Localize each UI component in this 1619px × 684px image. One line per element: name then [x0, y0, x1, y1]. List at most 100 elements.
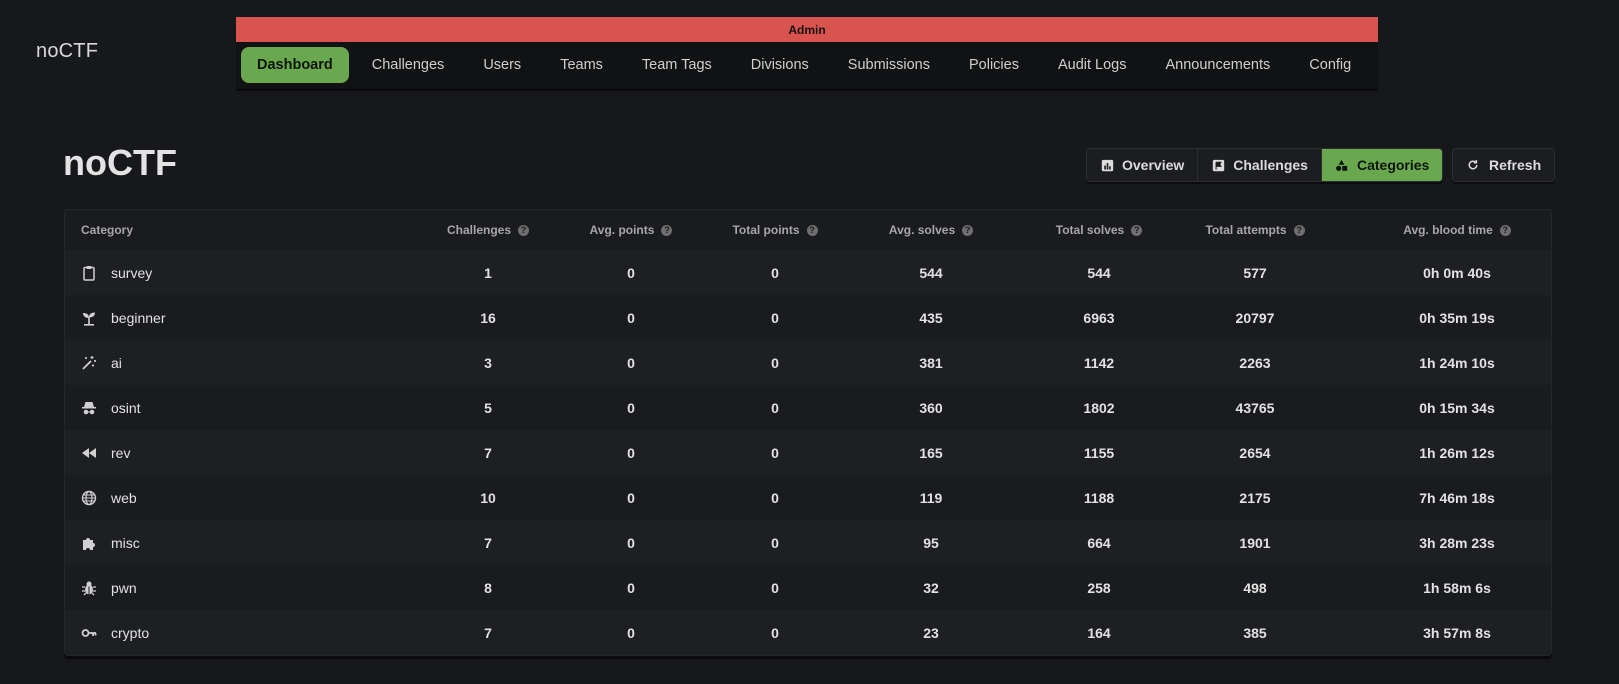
view-overview-button[interactable]: Overview: [1087, 149, 1199, 181]
column-header: Total points?: [695, 210, 855, 250]
cell-total-points: 0: [771, 264, 779, 281]
table-body: survey 1 0 0 544 544 577 0h 0m 40s beginner 16 0 0 4…: [65, 250, 1551, 655]
table-header: Category Challenges? Avg. points? Total poi…: [65, 210, 1551, 250]
table-row[interactable]: survey 1 0 0 544 544 577 0h 0m 40s: [65, 250, 1551, 295]
clipboard-icon: [81, 265, 97, 281]
column-header-label: Avg. blood time: [1403, 223, 1493, 237]
nav-tab-config[interactable]: Config: [1293, 47, 1367, 83]
spy-icon: [81, 400, 97, 416]
table-row[interactable]: rev 7 0 0 165 1155 2654 1h 26m 12s: [65, 430, 1551, 475]
cell-total-points: 0: [771, 309, 779, 326]
column-header-label: Total solves: [1055, 223, 1125, 237]
cell-avg-blood: 1h 58m 6s: [1423, 579, 1491, 596]
cell-total-solves: 6963: [1083, 309, 1115, 326]
cell-challenges: 10: [480, 489, 496, 506]
nav-tab-users[interactable]: Users: [467, 47, 537, 83]
column-header-label: Category: [81, 223, 134, 237]
cell-challenges: 8: [484, 579, 492, 596]
cell-total-attempts: 2175: [1239, 489, 1271, 506]
category-cell: osint: [81, 385, 141, 430]
cell-total-attempts: 2263: [1239, 354, 1271, 371]
brand-logo[interactable]: noCTF: [36, 40, 98, 63]
category-name: rev: [111, 444, 131, 461]
refresh-icon: [1466, 158, 1480, 172]
cell-avg-solves: 435: [919, 309, 943, 326]
cell-total-attempts: 2654: [1239, 444, 1271, 461]
category-name: ai: [111, 354, 122, 371]
table-row[interactable]: osint 5 0 0 360 1802 43765 0h 15m 34s: [65, 385, 1551, 430]
column-header-label: Total attempts: [1205, 223, 1287, 237]
table-row[interactable]: pwn 8 0 0 32 258 498 1h 58m 6s: [65, 565, 1551, 610]
view-label: Overview: [1122, 157, 1185, 173]
table-row[interactable]: beginner 16 0 0 435 6963 20797 0h 35m 19s: [65, 295, 1551, 340]
column-header: Avg. points?: [551, 210, 711, 250]
flag-icon: [1211, 158, 1225, 172]
nav-tab-policies[interactable]: Policies: [953, 47, 1035, 83]
nav-tab-divisions[interactable]: Divisions: [735, 47, 825, 83]
categories-table: Category Challenges? Avg. points? Total poi…: [64, 209, 1552, 656]
nav-tab-audit-logs[interactable]: Audit Logs: [1042, 47, 1143, 83]
category-cell: rev: [81, 430, 130, 475]
table-row[interactable]: misc 7 0 0 95 664 1901 3h 28m 23s: [65, 520, 1551, 565]
help-icon[interactable]: ?: [518, 224, 530, 236]
cell-total-solves: 664: [1087, 534, 1111, 551]
cell-avg-points: 0: [627, 534, 635, 551]
cell-challenges: 16: [480, 309, 496, 326]
cell-total-attempts: 577: [1243, 264, 1267, 281]
cell-avg-blood: 1h 26m 12s: [1419, 444, 1495, 461]
column-header: Total attempts?: [1175, 210, 1335, 250]
cell-avg-points: 0: [627, 354, 635, 371]
cell-avg-blood: 1h 24m 10s: [1419, 354, 1495, 371]
nav-tab-dashboard[interactable]: Dashboard: [241, 46, 349, 83]
help-icon[interactable]: ?: [1293, 224, 1305, 236]
cell-avg-blood: 7h 46m 18s: [1419, 489, 1495, 506]
table-row[interactable]: crypto 7 0 0 23 164 385 3h 57m 8s: [65, 610, 1551, 655]
cell-avg-points: 0: [627, 579, 635, 596]
cell-total-points: 0: [771, 489, 779, 506]
cell-total-points: 0: [771, 444, 779, 461]
refresh-button[interactable]: Refresh: [1452, 148, 1556, 182]
help-icon[interactable]: ?: [1499, 224, 1511, 236]
category-name: beginner: [111, 309, 166, 326]
cell-avg-points: 0: [627, 399, 635, 416]
category-name: web: [111, 489, 137, 506]
help-icon[interactable]: ?: [1131, 224, 1143, 236]
category-name: crypto: [111, 624, 150, 641]
nav-tab-announcements[interactable]: Announcements: [1149, 47, 1286, 83]
magic-wand-icon: [81, 355, 97, 371]
table-row[interactable]: web 10 0 0 119 1188 2175 7h 46m 18s: [65, 475, 1551, 520]
nav-tab-team-tags[interactable]: Team Tags: [626, 47, 728, 83]
nav-tab-teams[interactable]: Teams: [544, 47, 619, 83]
nav-tab-submissions[interactable]: Submissions: [832, 47, 946, 83]
category-name: misc: [111, 534, 140, 551]
cell-avg-blood: 3h 28m 23s: [1419, 534, 1495, 551]
table-row[interactable]: ai 3 0 0 381 1142 2263 1h 24m 10s: [65, 340, 1551, 385]
cell-challenges: 1: [484, 264, 492, 281]
help-icon[interactable]: ?: [661, 224, 673, 236]
cell-challenges: 3: [484, 354, 492, 371]
cell-avg-solves: 165: [919, 444, 943, 461]
admin-nav: Admin Dashboard Challenges Users Teams Team …: [236, 17, 1378, 89]
cell-total-attempts: 20797: [1235, 309, 1275, 326]
cell-total-solves: 258: [1087, 579, 1111, 596]
view-categories-button[interactable]: Categories: [1321, 149, 1443, 181]
cell-avg-points: 0: [627, 489, 635, 506]
cell-challenges: 7: [484, 444, 492, 461]
view-switcher: Overview Challenges Categories: [1086, 148, 1444, 182]
help-icon[interactable]: ?: [806, 224, 818, 236]
cell-avg-solves: 95: [923, 534, 939, 551]
category-cell: misc: [81, 520, 140, 565]
cell-challenges: 5: [484, 399, 492, 416]
column-header: Avg. blood time?: [1377, 210, 1537, 250]
cell-avg-blood: 0h 35m 19s: [1419, 309, 1495, 326]
cell-total-points: 0: [771, 354, 779, 371]
help-icon[interactable]: ?: [962, 224, 974, 236]
nav-tab-challenges[interactable]: Challenges: [356, 47, 461, 83]
category-cell: crypto: [81, 610, 149, 655]
cell-total-attempts: 1901: [1239, 534, 1271, 551]
cell-total-points: 0: [771, 579, 779, 596]
view-challenges-button[interactable]: Challenges: [1198, 149, 1322, 181]
shapes-icon: [1335, 158, 1349, 172]
rewind-icon: [81, 445, 97, 461]
column-header: Challenges?: [408, 210, 568, 250]
